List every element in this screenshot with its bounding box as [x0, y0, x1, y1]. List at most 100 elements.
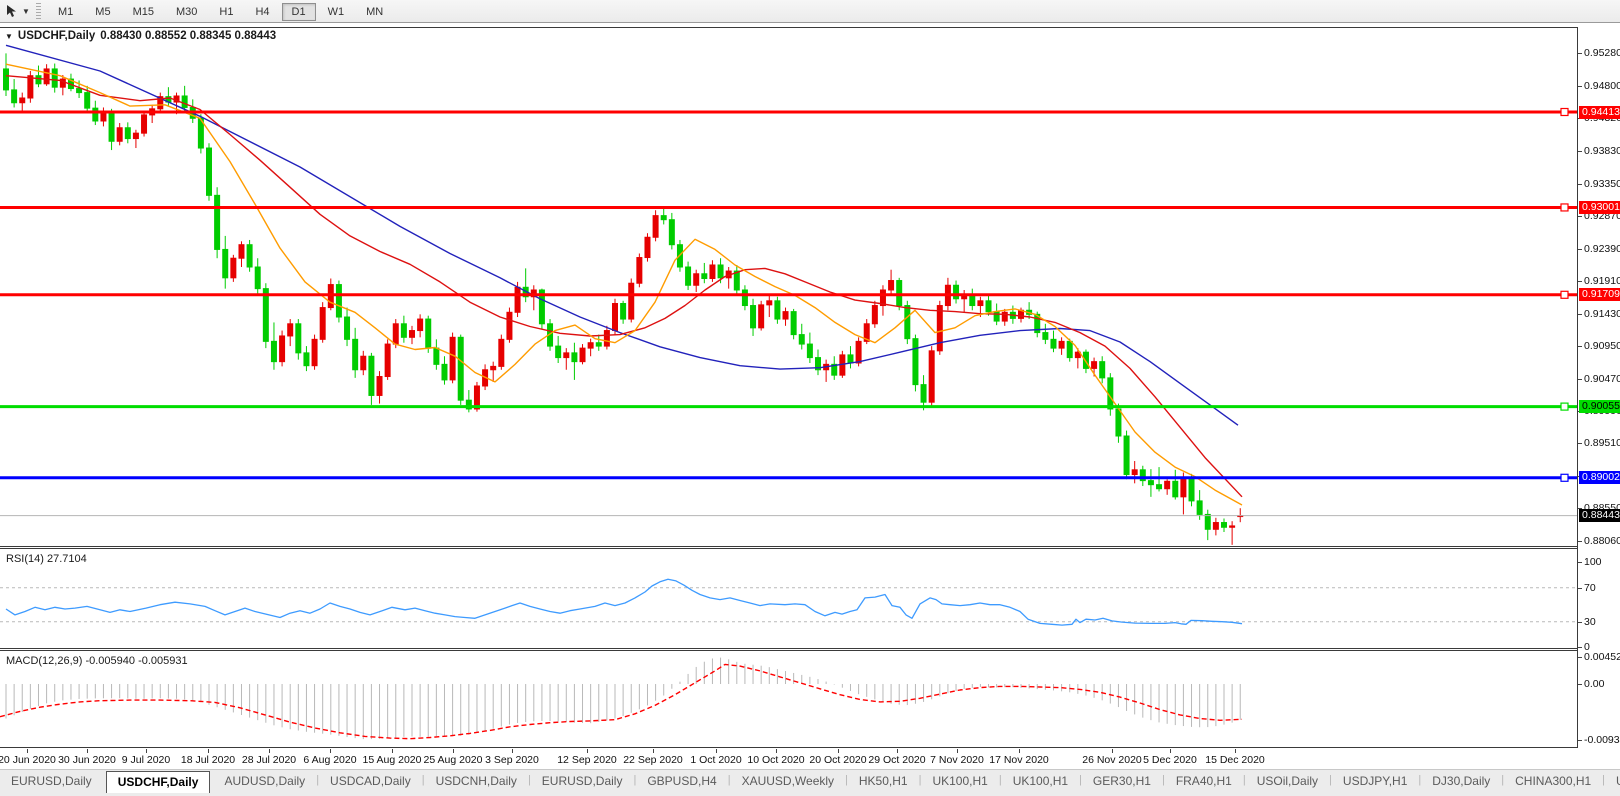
date-axis-label: 20 Jun 2020 — [0, 754, 56, 766]
date-axis-tick — [512, 749, 513, 753]
candle-bull — [142, 115, 147, 133]
chart-tab-eurusd-daily[interactable]: EURUSD,Daily — [531, 770, 634, 793]
timeframe-button-m30[interactable]: M30 — [166, 3, 207, 21]
rsi-line — [6, 579, 1242, 625]
candle-bull — [629, 283, 634, 319]
candle-bear — [1043, 333, 1048, 340]
ma-mid-line — [6, 76, 1242, 497]
date-axis-tick — [776, 749, 777, 753]
candle-bear — [775, 301, 780, 319]
chart-tab-usdcnh-daily[interactable]: USDCNH,Daily — [425, 770, 528, 793]
chart-tab-ger30-h1[interactable]: GER30,H1 — [1082, 770, 1162, 793]
timeframe-button-m15[interactable]: M15 — [123, 3, 164, 21]
chart-tab-uk100-h1[interactable]: UK100,H1 — [921, 770, 998, 793]
hline-drag-handle[interactable] — [1561, 109, 1568, 116]
chart-tab-usdchf-daily[interactable]: USDCHF,Daily — [106, 771, 211, 793]
date-axis-label: 7 Nov 2020 — [930, 754, 984, 766]
date-axis-tick — [269, 749, 270, 753]
timeframe-toolbar: ▼ M1M5M15M30H1H4D1W1MN — [0, 0, 1620, 23]
candle-bull — [410, 331, 415, 338]
timeframe-button-w1[interactable]: W1 — [318, 3, 355, 21]
hline-drag-handle[interactable] — [1561, 204, 1568, 211]
candle-bull — [759, 305, 764, 328]
price-level-badge: 0.90055 — [1579, 400, 1620, 413]
rsi-pane[interactable] — [0, 549, 1577, 648]
chart-tab-xauusd-weekly[interactable]: XAUUSD,Weekly — [731, 770, 845, 793]
macd-pane[interactable] — [0, 651, 1577, 747]
timeframe-button-h1[interactable]: H1 — [209, 3, 243, 21]
chart-tab-dj30-daily[interactable]: DJ30,Daily — [1421, 770, 1501, 793]
chart-tab-us[interactable]: US — [1605, 770, 1620, 793]
chart-tab-hk50-h1[interactable]: HK50,H1 — [848, 770, 919, 793]
candle-bear — [807, 344, 812, 358]
cursor-tool-dropdown-icon[interactable]: ▼ — [20, 7, 32, 16]
candle-bear — [434, 348, 439, 364]
candle-bear — [263, 289, 268, 342]
chart-tab-uk100-h1[interactable]: UK100,H1 — [1002, 770, 1079, 793]
chart-tab-fra40-h1[interactable]: FRA40,H1 — [1165, 770, 1243, 793]
price-level-badge: 0.94413 — [1579, 106, 1620, 119]
candle-bear — [994, 312, 999, 321]
chart-tab-china300-h1[interactable]: CHINA300,H1 — [1504, 770, 1602, 793]
candle-bear — [661, 216, 666, 220]
main-price-pane[interactable] — [0, 27, 1577, 546]
rsi-axis-label: 70 — [1584, 582, 1596, 594]
candle-bear — [426, 319, 431, 348]
date-axis-tick — [392, 749, 393, 753]
timeframe-button-m1[interactable]: M1 — [48, 3, 83, 21]
rsi-axis-tick — [1578, 588, 1582, 589]
candle-bull — [28, 76, 33, 98]
candle-bear — [913, 339, 918, 385]
hline-drag-handle[interactable] — [1561, 291, 1568, 298]
chart-tab-eurusd-daily[interactable]: EURUSD,Daily — [0, 770, 103, 793]
chart-tab-usoil-daily[interactable]: USOil,Daily — [1246, 770, 1329, 793]
macd-axis-tick — [1578, 657, 1582, 658]
candle-bear — [4, 69, 9, 90]
date-axis-label: 25 Aug 2020 — [424, 754, 483, 766]
candle-bear — [791, 312, 796, 335]
date-axis-tick — [330, 749, 331, 753]
date-axis-tick — [1019, 749, 1020, 753]
candle-bull — [856, 341, 861, 363]
price-axis-tick — [1578, 53, 1582, 54]
timeframe-button-mn[interactable]: MN — [356, 3, 393, 21]
candle-bear — [572, 353, 577, 362]
chart-tab-usdcad-daily[interactable]: USDCAD,Daily — [319, 770, 422, 793]
date-axis-tick — [653, 749, 654, 753]
toolbar-grip-handle[interactable] — [36, 3, 41, 19]
candle-bear — [458, 337, 463, 400]
candle-bull — [280, 336, 285, 362]
price-axis-label: 0.91430 — [1584, 308, 1620, 320]
timeframe-button-d1[interactable]: D1 — [282, 3, 316, 21]
hline-drag-handle[interactable] — [1561, 474, 1568, 481]
candle-bear — [848, 355, 853, 363]
date-axis-tick — [146, 749, 147, 753]
candle-bear — [954, 285, 959, 299]
candle-bear — [215, 195, 220, 249]
timeframe-button-m5[interactable]: M5 — [85, 3, 120, 21]
price-axis-label: 0.89510 — [1584, 437, 1620, 449]
hline-drag-handle[interactable] — [1561, 403, 1568, 410]
date-axis-label: 9 Jul 2020 — [122, 754, 170, 766]
collapse-triangle-icon[interactable]: ▼ — [5, 32, 13, 41]
date-axis-tick — [27, 749, 28, 753]
chart-tab-audusd-daily[interactable]: AUDUSD,Daily — [214, 770, 317, 793]
rsi-indicator-label: RSI(14) 27.7104 — [6, 553, 87, 565]
macd-axis-label: 0.004527 — [1584, 651, 1620, 663]
candle-bear — [296, 324, 301, 353]
candle-bull — [937, 306, 942, 351]
date-axis-label: 20 Oct 2020 — [809, 754, 866, 766]
candle-bear — [369, 356, 374, 395]
candle-bull — [588, 343, 593, 348]
macd-axis-tick — [1578, 740, 1582, 741]
cursor-tool-icon[interactable] — [2, 3, 20, 19]
chart-tab-gbpusd-h4[interactable]: GBPUSD,H4 — [636, 770, 727, 793]
candle-bear — [751, 306, 756, 328]
date-axis-tick — [87, 749, 88, 753]
candle-bull — [1230, 526, 1235, 527]
candle-bull — [694, 274, 699, 285]
timeframe-button-h4[interactable]: H4 — [245, 3, 279, 21]
chart-title: ▼ USDCHF,Daily 0.88430 0.88552 0.88345 0… — [5, 30, 276, 42]
chart-tab-usdjpy-h1[interactable]: USDJPY,H1 — [1332, 770, 1418, 793]
candle-bull — [385, 344, 390, 376]
